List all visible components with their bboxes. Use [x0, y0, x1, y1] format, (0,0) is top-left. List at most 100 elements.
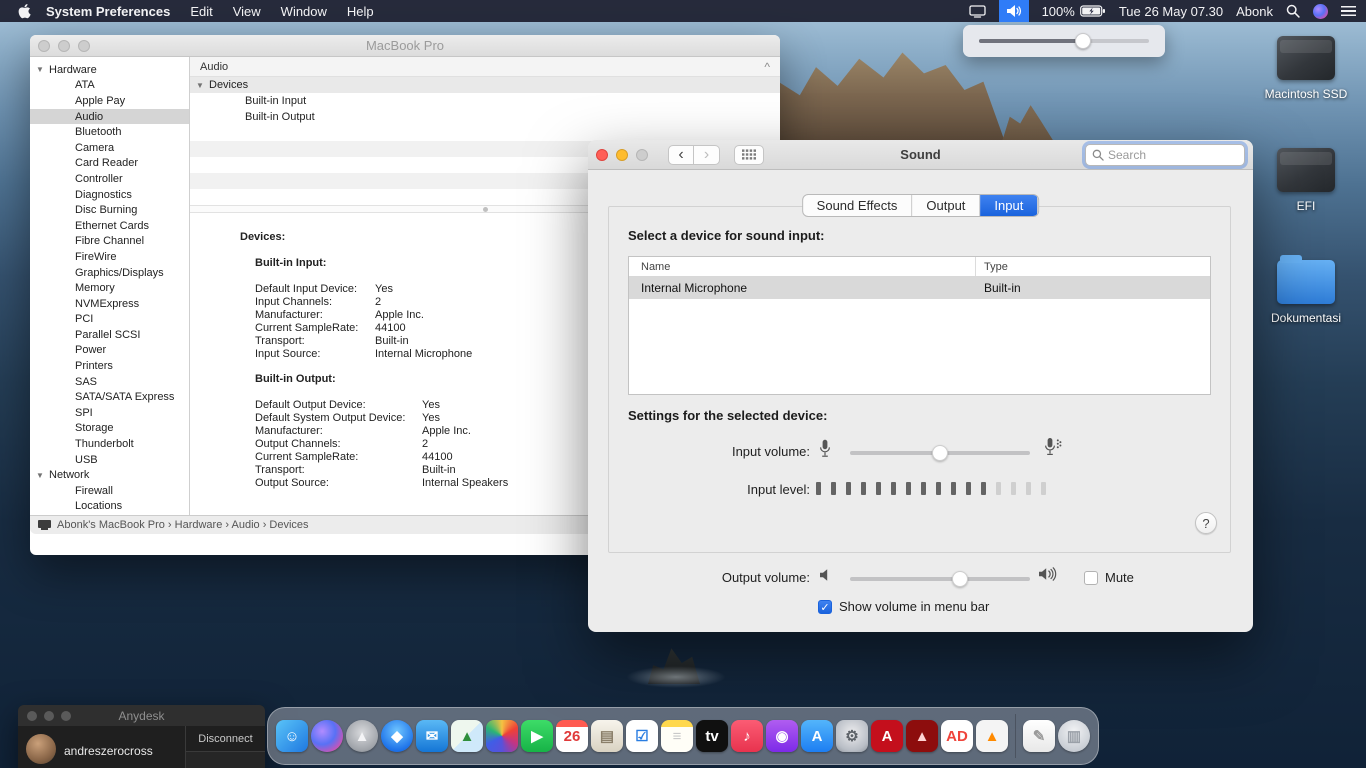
sound-toolbar[interactable]: ‹ › Sound [588, 140, 1253, 170]
volume-slider-knob[interactable] [1075, 33, 1091, 49]
sidebar-item-Memory[interactable]: Memory [30, 280, 189, 296]
sidebar-item-Firewall[interactable]: Firewall [30, 483, 189, 499]
dock-icon-music[interactable]: ♪ [731, 720, 763, 752]
sidebar-item-Camera[interactable]: Camera [30, 140, 189, 156]
help-button[interactable]: ? [1195, 512, 1217, 534]
sidebar-item-Storage[interactable]: Storage [30, 421, 189, 437]
sidebar-item-NVMExpress[interactable]: NVMExpress [30, 296, 189, 312]
menu-View[interactable]: View [233, 4, 261, 19]
dock-icon-tv[interactable]: tv [696, 720, 728, 752]
sidebar-item-PCI[interactable]: PCI [30, 312, 189, 328]
close-button[interactable] [596, 149, 608, 161]
sidebar-item-Graphics/Displays[interactable]: Graphics/Displays [30, 265, 189, 281]
dock-icon-launchpad[interactable]: ▲ [346, 720, 378, 752]
zoom-button[interactable] [636, 149, 648, 161]
sidebar-item-Network[interactable]: ▼ Network [30, 467, 189, 483]
sidebar-item-Diagnostics[interactable]: Diagnostics [30, 187, 189, 203]
dock-icon-siri[interactable] [311, 720, 343, 752]
dock-icon-divider[interactable] [1015, 714, 1016, 758]
volume-menu-icon[interactable] [999, 0, 1029, 22]
sidebar-item-Bluetooth[interactable]: Bluetooth [30, 124, 189, 140]
sidebar-item-SAS[interactable]: SAS [30, 374, 189, 390]
minimize-button[interactable] [58, 40, 70, 52]
table-header[interactable]: Name Type [629, 257, 1210, 277]
spotlight-search-icon[interactable] [1286, 4, 1300, 18]
screen-mirroring-icon[interactable] [969, 5, 986, 18]
dock-icon-mail[interactable]: ✉ [416, 720, 448, 752]
dock-icon-calendar[interactable]: 26 [556, 720, 588, 752]
output-volume-slider[interactable] [850, 571, 1030, 587]
dock-icon-adobe[interactable]: ▲ [906, 720, 938, 752]
sidebar-item-Fibre Channel[interactable]: Fibre Channel [30, 234, 189, 250]
audio-section-header[interactable]: Audio ^ [190, 57, 780, 77]
sidebar-item-Thunderbolt[interactable]: Thunderbolt [30, 436, 189, 452]
slider-track[interactable] [850, 577, 1030, 581]
tree-row-Built-in Output[interactable]: Built-in Output [190, 109, 780, 125]
show-volume-checkbox[interactable]: ✓ [818, 600, 832, 614]
close-button[interactable] [38, 40, 50, 52]
sidebar-item-FireWire[interactable]: FireWire [30, 249, 189, 265]
dock-icon-facetime[interactable]: ▶ [521, 720, 553, 752]
dock-icon-podcasts[interactable]: ◉ [766, 720, 798, 752]
menu-Edit[interactable]: Edit [190, 4, 212, 19]
column-header-name[interactable]: Name [629, 257, 976, 276]
desktop-icon-EFI[interactable]: EFI [1258, 148, 1354, 213]
forward-button[interactable]: › [694, 145, 720, 165]
dock-icon-photos[interactable] [486, 720, 518, 752]
show-all-button[interactable] [734, 145, 764, 165]
column-header-type[interactable]: Type [976, 257, 1210, 276]
siri-icon[interactable] [1313, 4, 1328, 19]
sidebar-item-Locations[interactable]: Locations [30, 499, 189, 515]
sidebar-item-Hardware[interactable]: ▼ Hardware [30, 62, 189, 78]
dock-icon-trash[interactable]: ▥ [1058, 720, 1090, 752]
sidebar-item-Controller[interactable]: Controller [30, 171, 189, 187]
anydesk-secondary-button[interactable] [186, 752, 265, 768]
sidebar-item-Volumes[interactable]: Volumes [30, 514, 189, 515]
sidebar-item-Power[interactable]: Power [30, 343, 189, 359]
menu-Window[interactable]: Window [281, 4, 327, 19]
volume-slider[interactable] [979, 39, 1149, 43]
tab-Output[interactable]: Output [912, 195, 980, 216]
dock-icon-notes[interactable]: ≡ [661, 720, 693, 752]
dock-icon-acrobat[interactable]: A [871, 720, 903, 752]
mute-checkbox[interactable] [1084, 571, 1098, 585]
sidebar-item-SPI[interactable]: SPI [30, 405, 189, 421]
menu-System Preferences[interactable]: System Preferences [46, 4, 170, 19]
dock-icon-safari[interactable]: ◆ [381, 720, 413, 752]
menu-Help[interactable]: Help [347, 4, 374, 19]
dock-icon-textedit[interactable]: ✎ [1023, 720, 1055, 752]
dock-icon-contacts[interactable]: ▤ [591, 720, 623, 752]
zoom-button[interactable] [61, 711, 71, 721]
sidebar-item-Ethernet Cards[interactable]: Ethernet Cards [30, 218, 189, 234]
sidebar-item-Disc Burning[interactable]: Disc Burning [30, 202, 189, 218]
search-field[interactable] [1085, 144, 1245, 166]
zoom-button[interactable] [78, 40, 90, 52]
battery-status[interactable]: 100% [1042, 4, 1106, 19]
table-row-selected[interactable]: Internal Microphone Built-in [629, 277, 1210, 299]
collapse-chevron-icon[interactable]: ^ [764, 60, 770, 74]
menu-bar-clock[interactable]: Tue 26 May 07.30 [1119, 4, 1223, 19]
sidebar-item-ATA[interactable]: ATA [30, 78, 189, 94]
sidebar-item-Printers[interactable]: Printers [30, 358, 189, 374]
search-input[interactable] [1108, 148, 1228, 162]
volume-icon-image[interactable] [1277, 148, 1335, 192]
dock-icon-reminders[interactable]: ☑ [626, 720, 658, 752]
minimize-button[interactable] [44, 711, 54, 721]
sidebar-item-Audio[interactable]: Audio [30, 109, 189, 125]
tab-Input[interactable]: Input [980, 195, 1038, 216]
minimize-button[interactable] [616, 149, 628, 161]
disconnect-button[interactable]: Disconnect [186, 726, 265, 752]
anydesk-title-bar[interactable]: Anydesk [18, 705, 265, 726]
dock-icon-maps[interactable]: ▲ [451, 720, 483, 752]
sidebar-item-Card Reader[interactable]: Card Reader [30, 156, 189, 172]
slider-knob[interactable] [952, 571, 968, 587]
dock-icon-finder[interactable]: ☺ [276, 720, 308, 752]
apple-menu-icon[interactable] [18, 3, 32, 19]
sidebar-item-Parallel SCSI[interactable]: Parallel SCSI [30, 327, 189, 343]
dock-icon-app-store[interactable]: A [801, 720, 833, 752]
fast-user-switch[interactable]: Abonk [1236, 4, 1273, 19]
dock-icon-anydesk[interactable]: AD [941, 720, 973, 752]
tab-Sound Effects[interactable]: Sound Effects [803, 195, 913, 216]
sysinfo-title-bar[interactable]: MacBook Pro [30, 35, 780, 57]
sidebar-item-Apple Pay[interactable]: Apple Pay [30, 93, 189, 109]
